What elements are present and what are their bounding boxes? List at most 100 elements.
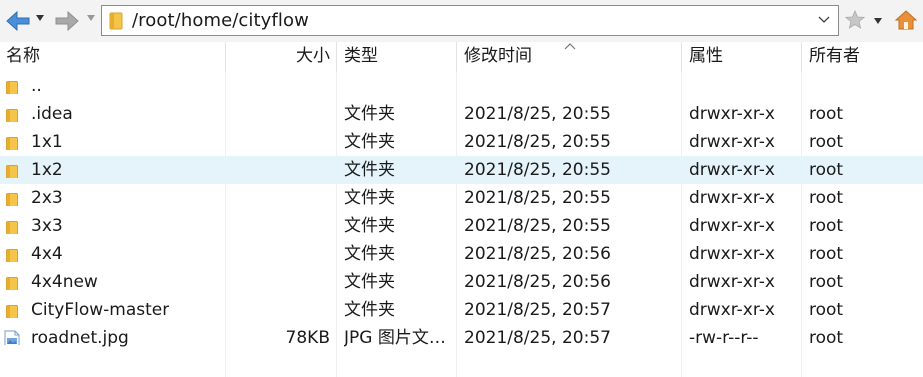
file-modified: 2021/8/25, 20:55	[464, 160, 611, 180]
file-modified: 2021/8/25, 20:55	[464, 132, 611, 152]
file-list: .. .idea 文件夹 2021/8/25, 20:55 drwxr-xr-x root…	[0, 72, 923, 352]
file-modified: 2021/8/25, 20:57	[464, 328, 611, 348]
folder-icon	[6, 134, 18, 150]
file-size	[230, 72, 330, 100]
column-permissions[interactable]: 属性	[689, 42, 723, 72]
file-row[interactable]: 3x3 文件夹 2021/8/25, 20:55 drwxr-xr-x root	[0, 212, 923, 240]
file-permissions: drwxr-xr-x	[689, 104, 775, 124]
sort-ascending-icon	[564, 43, 576, 50]
chevron-down-icon[interactable]	[818, 16, 830, 24]
file-owner: root	[809, 300, 844, 320]
folder-icon	[6, 78, 18, 94]
column-name[interactable]: 名称	[6, 42, 40, 72]
file-owner: root	[809, 132, 844, 152]
folder-icon	[6, 190, 18, 206]
file-name: ..	[31, 76, 42, 96]
file-permissions: drwxr-xr-x	[689, 244, 775, 264]
file-name: CityFlow-master	[31, 300, 170, 320]
file-size	[230, 100, 330, 128]
file-modified: 2021/8/25, 20:55	[464, 104, 611, 124]
bookmarks-dropdown-icon[interactable]	[873, 17, 883, 25]
folder-icon	[6, 162, 18, 178]
file-row[interactable]: 1x2 文件夹 2021/8/25, 20:55 drwxr-xr-x root	[0, 156, 923, 184]
file-row[interactable]: roadnet.jpg 78KB JPG 图片文… 2021/8/25, 20:57 -…	[0, 324, 923, 352]
file-owner: root	[809, 272, 844, 292]
file-owner: root	[809, 244, 844, 264]
file-type: 文件夹	[344, 132, 395, 152]
folder-icon	[109, 12, 123, 30]
column-type[interactable]: 类型	[344, 42, 378, 72]
file-permissions: drwxr-xr-x	[689, 300, 775, 320]
column-divider[interactable]	[681, 42, 682, 72]
file-size	[230, 156, 330, 184]
column-divider[interactable]	[225, 42, 226, 72]
file-name: 3x3	[31, 216, 63, 236]
file-owner: root	[809, 160, 844, 180]
back-button[interactable]	[5, 9, 31, 33]
column-divider[interactable]	[801, 42, 802, 72]
file-size	[230, 296, 330, 324]
column-header: 名称 大小 类型 修改时间 属性 所有者	[0, 42, 923, 72]
path-input[interactable]: /root/home/cityflow	[101, 5, 839, 36]
home-icon[interactable]	[894, 9, 918, 31]
file-modified: 2021/8/25, 20:56	[464, 272, 611, 292]
file-permissions: drwxr-xr-x	[689, 272, 775, 292]
column-divider[interactable]	[336, 42, 337, 72]
file-owner: root	[809, 104, 844, 124]
file-permissions: drwxr-xr-x	[689, 160, 775, 180]
file-row[interactable]: .idea 文件夹 2021/8/25, 20:55 drwxr-xr-x root	[0, 100, 923, 128]
file-name: roadnet.jpg	[31, 328, 129, 348]
file-modified: 2021/8/25, 20:57	[464, 300, 611, 320]
folder-icon	[6, 218, 18, 234]
file-row[interactable]: 2x3 文件夹 2021/8/25, 20:55 drwxr-xr-x root	[0, 184, 923, 212]
file-size	[230, 268, 330, 296]
file-permissions: drwxr-xr-x	[689, 216, 775, 236]
file-type: JPG 图片文…	[344, 328, 446, 348]
file-name: 1x2	[31, 160, 63, 180]
file-type: 文件夹	[344, 160, 395, 180]
file-row[interactable]: ..	[0, 72, 923, 100]
file-type	[344, 72, 452, 100]
toolbar: /root/home/cityflow	[0, 0, 923, 42]
forward-button[interactable]	[54, 9, 80, 33]
folder-icon	[6, 302, 18, 318]
back-history-dropdown-icon[interactable]	[35, 14, 45, 22]
file-type: 文件夹	[344, 300, 395, 320]
file-row[interactable]: CityFlow-master 文件夹 2021/8/25, 20:57 drwxr-…	[0, 296, 923, 324]
file-row[interactable]: 1x1 文件夹 2021/8/25, 20:55 drwxr-xr-x root	[0, 128, 923, 156]
file-owner: root	[809, 188, 844, 208]
file-type: 文件夹	[344, 188, 395, 208]
file-size	[230, 240, 330, 268]
forward-history-dropdown-icon[interactable]	[86, 14, 96, 22]
path-text: /root/home/cityflow	[132, 10, 309, 31]
folder-icon	[6, 274, 18, 290]
file-modified: 2021/8/25, 20:55	[464, 216, 611, 236]
file-name: 4x4new	[31, 272, 98, 292]
star-icon[interactable]	[845, 10, 865, 30]
column-modified[interactable]: 修改时间	[464, 42, 532, 72]
file-type: 文件夹	[344, 272, 395, 292]
back-arrow-icon	[6, 10, 30, 32]
file-permissions: drwxr-xr-x	[689, 132, 775, 152]
file-modified: 2021/8/25, 20:56	[464, 244, 611, 264]
file-name: 1x1	[31, 132, 63, 152]
column-size[interactable]: 大小	[296, 42, 330, 72]
file-type: 文件夹	[344, 216, 395, 236]
file-permissions: -rw-r--r--	[689, 328, 759, 348]
file-name: .idea	[31, 104, 73, 124]
file-name: 2x3	[31, 188, 63, 208]
file-size	[230, 212, 330, 240]
file-name: 4x4	[31, 244, 63, 264]
file-row[interactable]: 4x4 文件夹 2021/8/25, 20:56 drwxr-xr-x root	[0, 240, 923, 268]
file-type: 文件夹	[344, 244, 395, 264]
column-owner[interactable]: 所有者	[809, 42, 860, 72]
folder-icon	[6, 106, 18, 122]
forward-arrow-icon	[55, 10, 79, 32]
file-permissions: drwxr-xr-x	[689, 188, 775, 208]
image-file-icon	[4, 329, 20, 345]
file-size	[230, 184, 330, 212]
file-owner: root	[809, 216, 844, 236]
file-size	[230, 128, 330, 156]
column-divider[interactable]	[456, 42, 457, 72]
file-row[interactable]: 4x4new 文件夹 2021/8/25, 20:56 drwxr-xr-x root	[0, 268, 923, 296]
